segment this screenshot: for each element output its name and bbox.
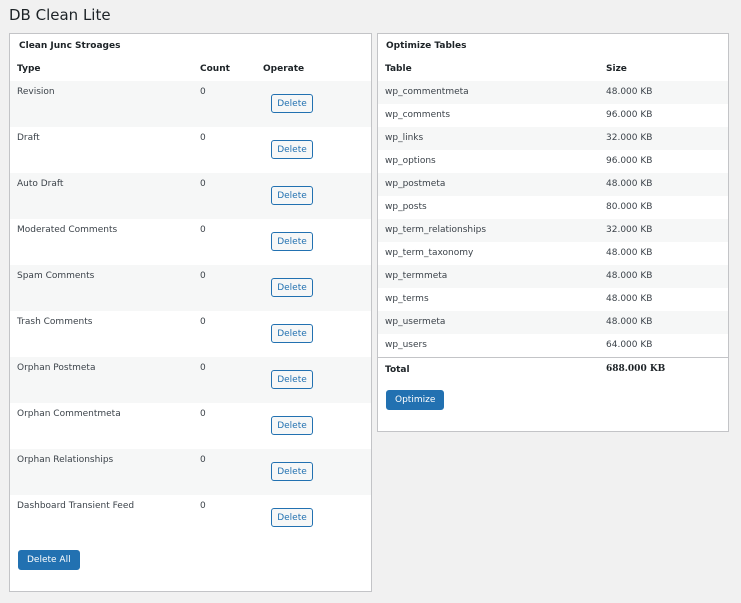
- row-count: 0: [200, 317, 206, 327]
- row-size: 64.000 KB: [606, 340, 653, 350]
- header-count: Count: [200, 64, 230, 74]
- delete-orphan-commentmeta-button[interactable]: Delete: [271, 416, 313, 435]
- row-count: 0: [200, 363, 206, 373]
- table-row: wp_links 32.000 KB: [378, 127, 728, 150]
- row-type: Orphan Commentmeta: [17, 409, 121, 419]
- delete-auto-draft-button[interactable]: Delete: [271, 186, 313, 205]
- total-row: Total 688.000 KB: [378, 357, 728, 382]
- row-count: 0: [200, 133, 206, 143]
- row-size: 96.000 KB: [606, 156, 653, 166]
- table-row: Trash Comments 0 Delete: [10, 311, 371, 357]
- table-row: Moderated Comments 0 Delete: [10, 219, 371, 265]
- header-table: Table: [385, 64, 412, 74]
- row-size: 48.000 KB: [606, 294, 653, 304]
- delete-orphan-relationships-button[interactable]: Delete: [271, 462, 313, 481]
- total-size: 688.000 KB: [606, 364, 666, 374]
- row-type: Spam Comments: [17, 271, 95, 281]
- row-size: 48.000 KB: [606, 87, 653, 97]
- clean-table-header: Type Count Operate: [10, 58, 371, 82]
- table-row: Dashboard Transient Feed 0 Delete: [10, 495, 371, 541]
- page-title: DB Clean Lite: [9, 6, 111, 24]
- delete-draft-button[interactable]: Delete: [271, 140, 313, 159]
- row-table-name: wp_postmeta: [385, 179, 446, 189]
- row-count: 0: [200, 455, 206, 465]
- row-type: Auto Draft: [17, 179, 64, 189]
- row-size: 48.000 KB: [606, 248, 653, 258]
- row-table-name: wp_links: [385, 133, 424, 143]
- row-type: Revision: [17, 87, 55, 97]
- table-row: wp_terms 48.000 KB: [378, 288, 728, 311]
- row-table-name: wp_options: [385, 156, 436, 166]
- clean-table-body: Revision 0 Delete Draft 0 Delete Auto Draft 0…: [10, 81, 371, 541]
- row-size: 32.000 KB: [606, 133, 653, 143]
- row-table-name: wp_termmeta: [385, 271, 448, 281]
- delete-spam-comments-button[interactable]: Delete: [271, 278, 313, 297]
- clean-panel-title: Clean Junc Stroages: [19, 41, 121, 51]
- row-type: Draft: [17, 133, 40, 143]
- table-row: wp_term_taxonomy 48.000 KB: [378, 242, 728, 265]
- row-table-name: wp_commentmeta: [385, 87, 469, 97]
- delete-revision-button[interactable]: Delete: [271, 94, 313, 113]
- table-row: wp_options 96.000 KB: [378, 150, 728, 173]
- table-row: Auto Draft 0 Delete: [10, 173, 371, 219]
- row-table-name: wp_comments: [385, 110, 451, 120]
- delete-trash-comments-button[interactable]: Delete: [271, 324, 313, 343]
- row-count: 0: [200, 225, 206, 235]
- header-operate: Operate: [263, 64, 305, 74]
- row-type: Orphan Postmeta: [17, 363, 96, 373]
- delete-moderated-comments-button[interactable]: Delete: [271, 232, 313, 251]
- table-row: wp_usermeta 48.000 KB: [378, 311, 728, 334]
- table-row: wp_commentmeta 48.000 KB: [378, 81, 728, 104]
- table-row: Draft 0 Delete: [10, 127, 371, 173]
- optimize-table-body: wp_commentmeta 48.000 KB wp_comments 96.00…: [378, 81, 728, 357]
- optimize-button[interactable]: Optimize: [386, 390, 445, 410]
- table-row: Orphan Postmeta 0 Delete: [10, 357, 371, 403]
- row-table-name: wp_terms: [385, 294, 429, 304]
- row-table-name: wp_posts: [385, 202, 427, 212]
- row-size: 48.000 KB: [606, 179, 653, 189]
- row-count: 0: [200, 179, 206, 189]
- row-size: 32.000 KB: [606, 225, 653, 235]
- row-count: 0: [200, 271, 206, 281]
- row-table-name: wp_usermeta: [385, 317, 446, 327]
- row-size: 48.000 KB: [606, 317, 653, 327]
- table-row: Revision 0 Delete: [10, 81, 371, 127]
- row-size: 48.000 KB: [606, 271, 653, 281]
- row-table-name: wp_term_relationships: [385, 225, 487, 235]
- clean-junk-panel: Clean Junc Stroages Type Count Operate R…: [9, 33, 372, 592]
- delete-orphan-postmeta-button[interactable]: Delete: [271, 370, 313, 389]
- row-size: 96.000 KB: [606, 110, 653, 120]
- table-row: Orphan Commentmeta 0 Delete: [10, 403, 371, 449]
- optimize-table-header: Table Size: [378, 58, 728, 82]
- header-type: Type: [17, 64, 41, 74]
- row-count: 0: [200, 501, 206, 511]
- row-table-name: wp_users: [385, 340, 427, 350]
- table-row: wp_postmeta 48.000 KB: [378, 173, 728, 196]
- table-row: Orphan Relationships 0 Delete: [10, 449, 371, 495]
- delete-all-button[interactable]: Delete All: [18, 550, 80, 570]
- table-row: wp_users 64.000 KB: [378, 334, 728, 357]
- row-type: Moderated Comments: [17, 225, 118, 235]
- optimize-panel-title: Optimize Tables: [386, 41, 467, 51]
- row-count: 0: [200, 87, 206, 97]
- row-count: 0: [200, 409, 206, 419]
- row-table-name: wp_term_taxonomy: [385, 248, 474, 258]
- table-row: wp_comments 96.000 KB: [378, 104, 728, 127]
- row-type: Trash Comments: [17, 317, 93, 327]
- total-label: Total: [385, 365, 410, 375]
- table-row: wp_termmeta 48.000 KB: [378, 265, 728, 288]
- table-row: wp_posts 80.000 KB: [378, 196, 728, 219]
- table-row: Spam Comments 0 Delete: [10, 265, 371, 311]
- header-size: Size: [606, 64, 627, 74]
- optimize-tables-panel: Optimize Tables Table Size wp_commentmet…: [377, 33, 729, 432]
- row-size: 80.000 KB: [606, 202, 653, 212]
- row-type: Orphan Relationships: [17, 455, 114, 465]
- table-row: wp_term_relationships 32.000 KB: [378, 219, 728, 242]
- delete-dashboard-transient-feed-button[interactable]: Delete: [271, 508, 313, 527]
- row-type: Dashboard Transient Feed: [17, 501, 135, 511]
